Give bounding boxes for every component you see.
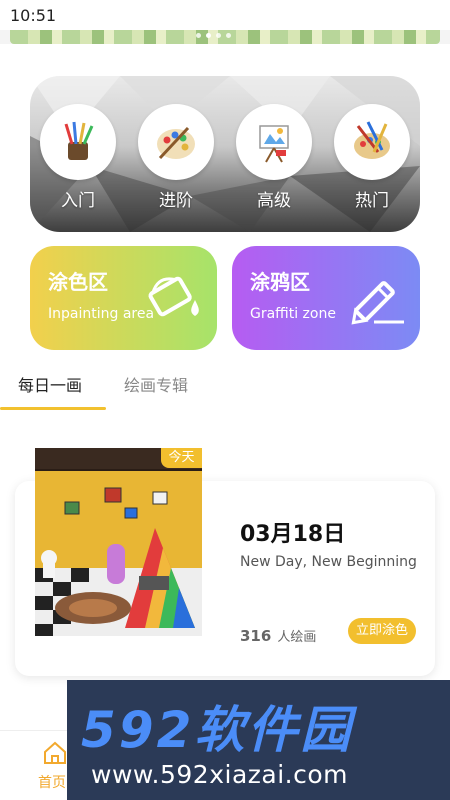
daily-drawing-image[interactable]: [35, 448, 202, 636]
tab-daily-drawing[interactable]: 每日一画: [18, 372, 82, 396]
status-time: 10:51: [10, 6, 57, 25]
feature-title: 涂色区: [48, 270, 108, 294]
tab-drawing-album[interactable]: 绘画专辑: [124, 372, 188, 396]
site-watermark: 592软件园 www.592xiazai.com: [67, 680, 450, 800]
banner-indicator: [196, 33, 231, 38]
category-beginner[interactable]: 入门: [40, 104, 116, 211]
participant-count: 316 人绘画: [240, 626, 316, 645]
category-advanced[interactable]: 高级: [236, 104, 312, 211]
feature-subtitle: Inpainting area: [48, 306, 155, 322]
start-coloring-button[interactable]: 立即涂色: [348, 618, 416, 644]
watermark-url: www.592xiazai.com: [91, 760, 348, 789]
category-card: 入门 进阶 高级 热门: [30, 76, 420, 232]
easel-icon: [236, 104, 312, 180]
category-label: 高级: [257, 191, 291, 211]
today-badge: 今天: [161, 448, 202, 468]
status-bar: 10:51: [0, 0, 450, 30]
inpainting-area-card[interactable]: 涂色区 Inpainting area: [30, 246, 217, 350]
daily-title: New Day, New Beginning: [240, 554, 417, 570]
brush-cup-icon: [40, 104, 116, 180]
palette-brushes-icon: [334, 104, 410, 180]
paint-bucket-icon: [145, 276, 205, 330]
category-label: 热门: [355, 191, 389, 211]
pencil-icon: [348, 276, 408, 330]
count-unit: 人绘画: [277, 630, 317, 645]
home-icon[interactable]: [42, 740, 68, 770]
daily-date: 03月18日: [240, 522, 346, 547]
count-number: 316: [240, 627, 272, 645]
feature-title: 涂鸦区: [250, 270, 310, 294]
category-label: 入门: [61, 191, 95, 211]
graffiti-zone-card[interactable]: 涂鸦区 Graffiti zone: [232, 246, 420, 350]
nav-home-label[interactable]: 首页: [38, 772, 66, 792]
category-intermediate[interactable]: 进阶: [138, 104, 214, 211]
category-label: 进阶: [159, 191, 193, 211]
feature-subtitle: Graffiti zone: [250, 306, 336, 322]
watermark-logo: 592软件园: [81, 701, 354, 759]
active-tab-indicator: [0, 407, 106, 410]
category-popular[interactable]: 热门: [334, 104, 410, 211]
palette-brush-icon: [138, 104, 214, 180]
